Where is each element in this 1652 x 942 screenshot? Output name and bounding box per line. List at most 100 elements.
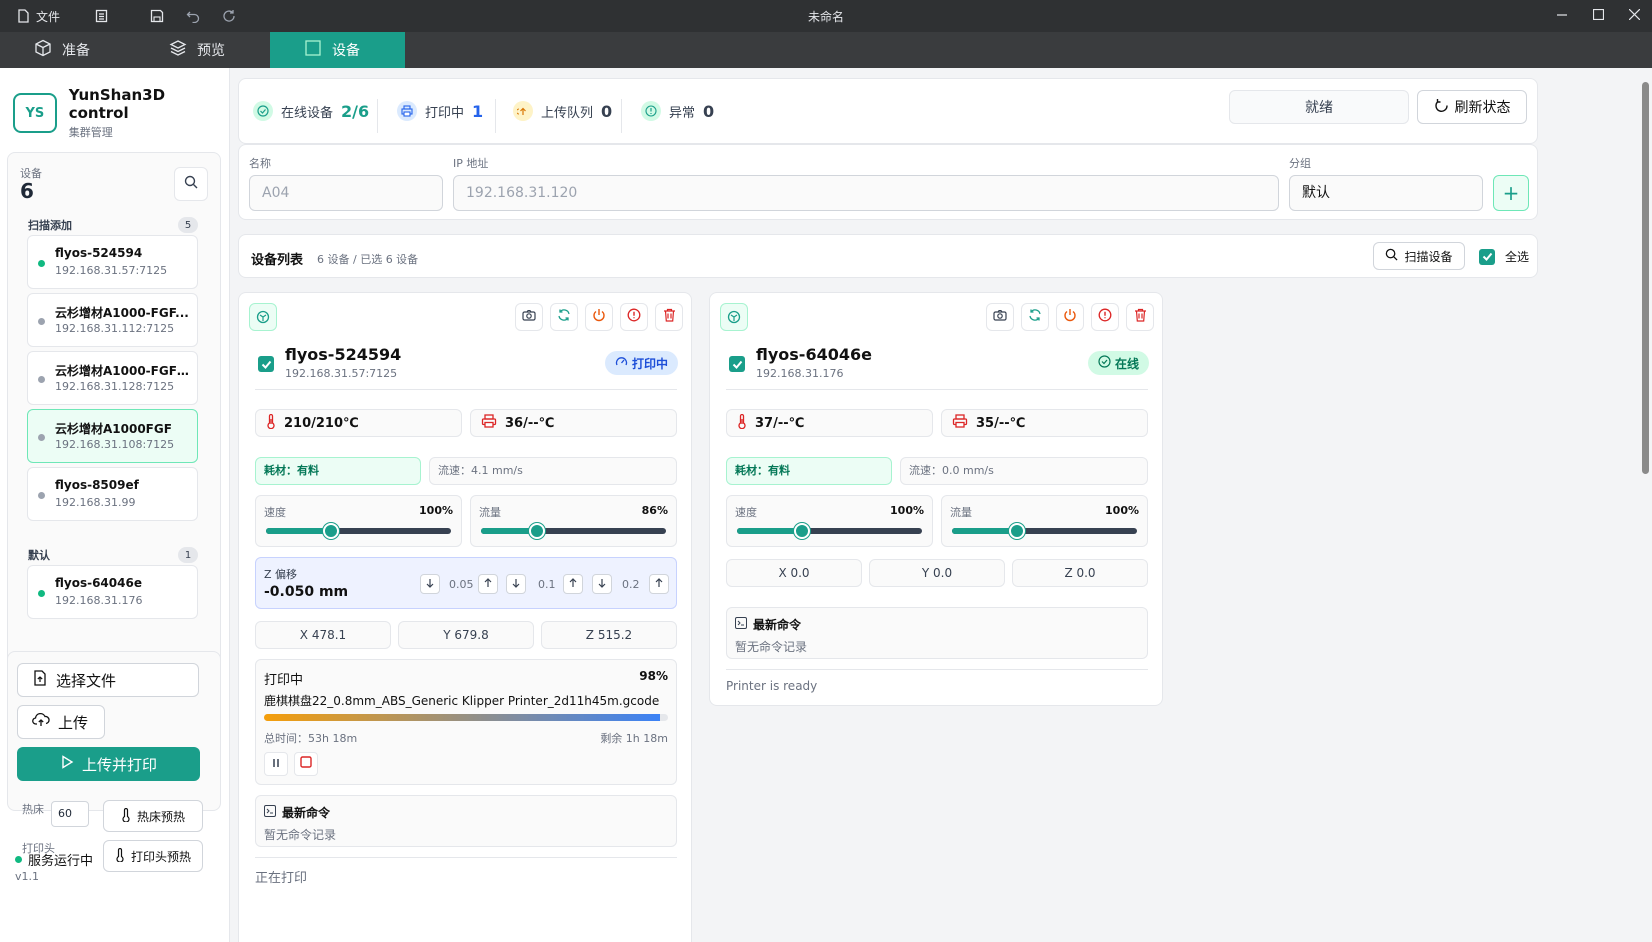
name-field-label: 名称 [249,157,271,170]
delete-device-button[interactable] [655,303,683,331]
bed-preheat-button[interactable]: 热床预热 [103,800,203,832]
z-up-button[interactable] [649,574,669,594]
close-button[interactable] [1616,0,1652,32]
scrollbar-thumb[interactable] [1642,82,1649,474]
upload-print-label: 上传并打印 [81,755,157,774]
cloud-upload-icon [32,712,50,732]
tab-preview[interactable]: 预览 [135,32,270,68]
main-scrollbar[interactable] [1638,68,1652,942]
group-select[interactable]: 默认 [1289,175,1483,211]
z-up-button[interactable] [563,574,583,594]
alert-circle-icon [1098,308,1112,326]
terminal-icon [735,617,747,632]
minimize-button[interactable] [1544,0,1580,32]
title-bar: 文件 未命名 [0,0,1652,32]
select-file-button[interactable]: 选择文件 [17,663,199,697]
device-item[interactable]: 云杉增材A1000-FGF... 192.168.31.112:7125 [27,293,198,347]
stop-icon [300,756,312,772]
camera-button[interactable] [986,303,1014,331]
file-icon [14,7,32,25]
file-menu-button[interactable]: 文件 [8,5,66,27]
total-time: 总时间：53h 18m [264,732,358,745]
device-item[interactable]: flyos-8509ef 192.168.31.99 [27,467,198,521]
pause-icon [271,757,281,772]
delete-device-button[interactable] [1126,303,1154,331]
arrow-up-icon [568,577,578,592]
refresh-status-button[interactable]: 刷新状态 [1417,90,1527,124]
refresh-icon [557,308,571,326]
upload-button[interactable]: 上传 [17,705,105,739]
slider-thumb[interactable] [528,523,545,539]
gauge-icon [615,355,628,371]
latest-command-text: 暂无命令记录 [264,828,337,842]
z-up-button[interactable] [478,574,498,594]
device-panel: 设备 6 扫描添加 5 flyos-524594 192.168.31.57:7… [7,152,221,734]
pause-button[interactable] [264,752,288,776]
emergency-stop-button[interactable] [1091,303,1119,331]
alert-icon [641,101,661,121]
group-field-label: 分组 [1289,157,1311,170]
slider-fill [737,528,802,534]
bed-temp: 36/--℃ [470,409,677,437]
add-device-button[interactable]: + [1493,175,1529,211]
slider-thumb[interactable] [1008,523,1025,539]
scan-devices-button[interactable]: 扫描设备 [1373,242,1465,270]
head-preheat-button[interactable]: 打印头预热 [103,840,203,872]
z-down-button[interactable] [592,574,612,594]
device-item[interactable]: 云杉增材A1000-FGF02 192.168.31.128:7125 [27,351,198,405]
select-all-checkbox[interactable]: 全选 [1479,248,1529,265]
device-item-selected[interactable]: 云杉增材A1000FGF 192.168.31.108:7125 [27,409,198,463]
stat-printing-value: 1 [472,101,484,121]
power-button[interactable] [1056,303,1084,331]
device-item[interactable]: flyos-524594 192.168.31.57:7125 [27,235,198,289]
slider-thumb[interactable] [793,523,810,539]
app-logo: YS [13,93,57,133]
printer-card: flyos-524594 192.168.31.57:7125 打印中 210/… [238,292,692,942]
flow-slider[interactable] [952,523,1137,539]
slider-thumb[interactable] [322,523,339,539]
check-circle-icon [1098,355,1111,371]
emergency-stop-button[interactable] [620,303,648,331]
box-icon [34,39,52,61]
document-button[interactable] [86,5,116,27]
z-down-button[interactable] [506,574,526,594]
speed-slider[interactable] [266,523,451,539]
flow-slider[interactable] [481,523,666,539]
arrow-down-icon [511,577,521,592]
arrow-down-icon [425,577,435,592]
device-item[interactable]: flyos-64046e 192.168.31.176 [27,565,198,619]
printer-name: flyos-64046e [756,345,872,364]
save-button[interactable] [142,5,172,27]
group-count-default: 1 [178,547,198,563]
select-file-label: 选择文件 [56,671,117,690]
z-down-button[interactable] [420,574,440,594]
stop-button[interactable] [294,752,318,776]
speed-slider[interactable] [737,523,922,539]
redo-button[interactable] [214,5,244,27]
tab-devices[interactable]: 设备 [270,32,405,68]
bed-temp-input[interactable]: 60 [51,801,89,827]
x-position: X 0.0 [726,559,862,587]
undo-button[interactable] [178,5,208,27]
brand-title: YunShan3D control [68,86,166,122]
square-icon [304,39,322,61]
latest-command-title: 最新命令 [264,804,330,821]
power-button[interactable] [585,303,613,331]
camera-button[interactable] [515,303,543,331]
latest-command-text: 暂无命令记录 [735,640,808,654]
device-select-checkbox[interactable] [729,356,745,372]
tab-prepare[interactable]: 准备 [0,32,135,68]
name-input[interactable]: A04 [249,175,443,211]
upload-print-button[interactable]: 上传并打印 [17,747,200,781]
ip-input[interactable]: 192.168.31.120 [453,175,1279,211]
trash-icon [1134,308,1147,326]
flow-label: 流量 [479,506,501,519]
maximize-button[interactable] [1580,0,1616,32]
refresh-device-button[interactable] [550,303,578,331]
device-select-checkbox[interactable] [258,356,274,372]
device-search-button[interactable] [174,167,208,201]
device-ip: 192.168.31.176 [55,594,143,607]
ready-status-button[interactable]: 就绪 [1229,90,1409,124]
refresh-device-button[interactable] [1021,303,1049,331]
latest-command-panel: 最新命令 暂无命令记录 [726,607,1148,659]
